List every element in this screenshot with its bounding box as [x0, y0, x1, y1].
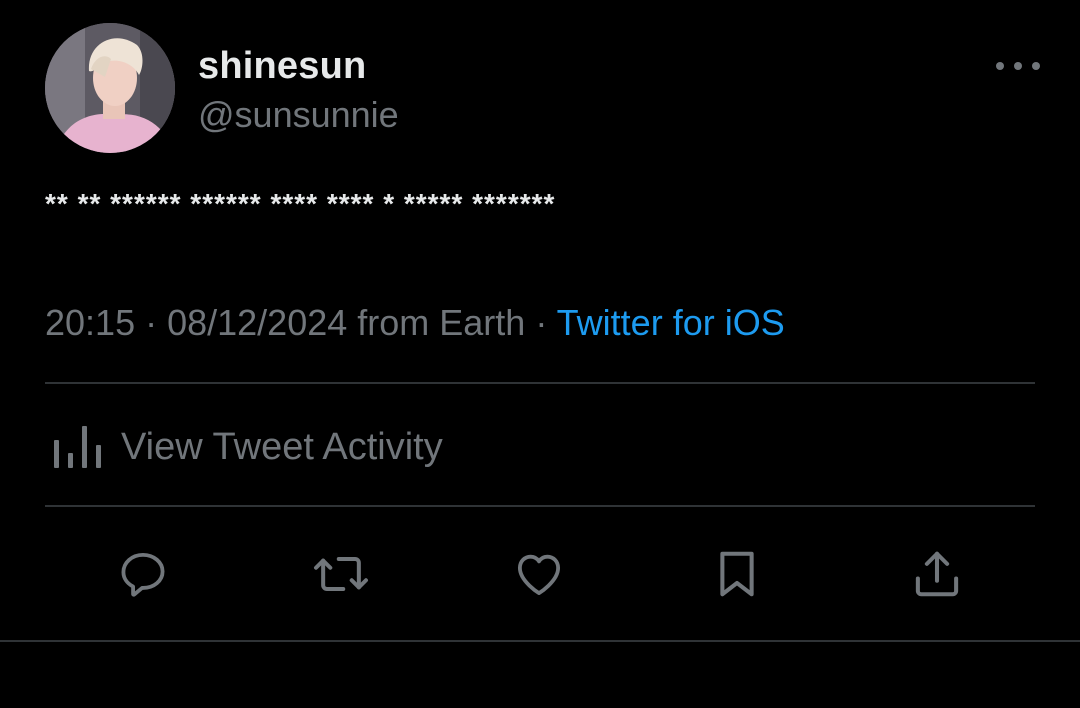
tweet-text: ** ** ****** ****** **** **** * ***** **…	[45, 188, 556, 219]
view-tweet-activity-label: View Tweet Activity	[121, 426, 443, 468]
avatar-image	[45, 23, 175, 153]
bookmark-icon	[720, 551, 754, 597]
reply-icon	[121, 552, 165, 597]
meta-separator: ·	[135, 302, 168, 343]
divider	[45, 382, 1035, 384]
bar-chart-icon	[54, 426, 101, 468]
tweet-action-bar	[0, 543, 1080, 605]
view-tweet-activity-button[interactable]: View Tweet Activity	[45, 420, 443, 474]
more-options-icon[interactable]	[996, 56, 1040, 76]
meta-separator: ·	[525, 302, 557, 343]
tweet-time[interactable]: 20:15	[45, 302, 135, 343]
divider	[45, 505, 1035, 507]
heart-icon	[517, 554, 561, 596]
retweet-button[interactable]	[310, 543, 372, 605]
tweet-date-location[interactable]: 08/12/2024 from Earth	[167, 302, 525, 343]
like-button[interactable]	[508, 543, 570, 605]
share-icon	[915, 551, 959, 597]
share-button[interactable]	[906, 543, 968, 605]
tweet-source-link[interactable]: Twitter for iOS	[557, 302, 785, 343]
bookmark-button[interactable]	[706, 543, 768, 605]
retweet-icon	[314, 557, 368, 591]
divider	[0, 640, 1080, 642]
tweet-metadata: 20:15 · 08/12/2024 from Earth · Twitter …	[45, 300, 785, 346]
username-handle[interactable]: @sunsunnie	[198, 92, 399, 138]
tweet-detail: shinesun @sunsunnie ** ** ****** ****** …	[0, 0, 1080, 708]
display-name[interactable]: shinesun	[198, 42, 366, 90]
reply-button[interactable]	[112, 543, 174, 605]
avatar[interactable]	[45, 23, 175, 153]
